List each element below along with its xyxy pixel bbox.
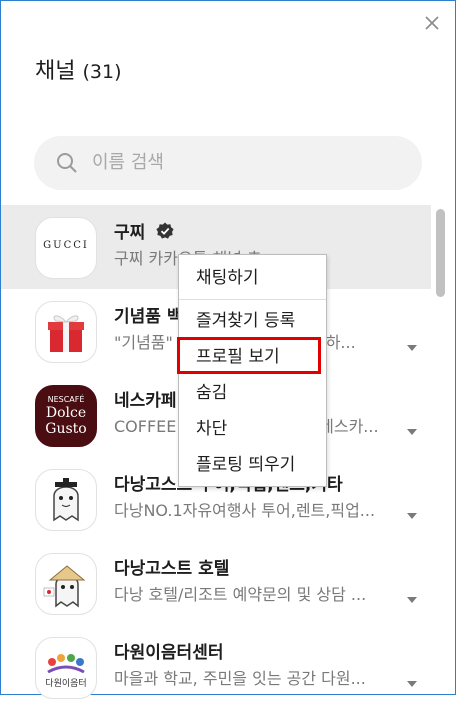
- menu-item-label: 채팅하기: [196, 268, 259, 288]
- menu-item-label: 즐겨찾기 등록: [196, 311, 296, 331]
- avatar: 다원이음터: [35, 637, 97, 699]
- scrollbar-thumb[interactable]: [436, 209, 445, 297]
- avatar: GUCCI: [35, 217, 97, 279]
- channel-name: 다낭고스트 호텔: [114, 559, 230, 579]
- close-icon[interactable]: [421, 12, 443, 34]
- nescafe-logo-mid: Dolce: [45, 405, 87, 421]
- title-text: 채널: [35, 59, 76, 84]
- search-input[interactable]: 이름 검색: [92, 150, 164, 176]
- gift-icon: [48, 315, 84, 352]
- page-title: 채널 (31): [35, 57, 122, 87]
- menu-item-label: 차단: [196, 419, 228, 439]
- chevron-down-icon: [407, 597, 417, 603]
- ghost-hat-mascot-icon: [43, 565, 86, 608]
- avatar: [35, 301, 97, 363]
- menu-item-floating[interactable]: 플로팅 띄우기: [179, 448, 326, 482]
- menu-item-hide[interactable]: 숨김: [179, 376, 326, 410]
- avatar: NESCAFÉ Dolce Gusto: [35, 385, 97, 447]
- menu-item-chat[interactable]: 채팅하기: [179, 261, 326, 295]
- channel-name: 구찌: [114, 221, 174, 245]
- list-item[interactable]: 다원이음터 다원이음터센터 마을과 학교, 주민을 잇는 공간 다원...: [1, 625, 431, 709]
- ghost-mascot-icon: [53, 478, 79, 522]
- people-logo-icon: [47, 654, 85, 674]
- gucci-logo: GUCCI: [43, 240, 89, 251]
- chevron-down-icon: [407, 513, 417, 519]
- highlight-box: [177, 337, 321, 374]
- channel-name: 기념품 백: [114, 307, 183, 327]
- avatar: [35, 469, 97, 531]
- avatar: [35, 553, 97, 615]
- nescafe-logo-top: NESCAFÉ: [47, 395, 85, 404]
- search-box[interactable]: 이름 검색: [34, 136, 422, 190]
- channel-name-text: 구찌: [114, 223, 146, 243]
- chevron-down-icon: [407, 429, 417, 435]
- channel-desc: 마을과 학교, 주민을 잇는 공간 다원...: [114, 669, 366, 688]
- nescafe-logo-bot: Gusto: [45, 421, 87, 437]
- chevron-down-icon: [407, 681, 417, 687]
- chevron-down-icon: [407, 345, 417, 351]
- menu-divider: [179, 299, 326, 300]
- menu-item-add-favorite[interactable]: 즐겨찾기 등록: [179, 304, 326, 338]
- channel-name: 네스카페: [114, 391, 177, 411]
- search-icon: [57, 153, 77, 173]
- channel-desc: 다낭NO.1자유여행사 투어,렌트,픽업...: [114, 501, 376, 520]
- verified-badge-icon: [156, 222, 174, 239]
- channel-count: (31): [82, 61, 122, 83]
- channel-desc: 다낭 호텔/리조트 예약문의 및 상담 ...: [114, 585, 367, 604]
- menu-item-label: 플로팅 띄우기: [196, 455, 296, 475]
- menu-item-label: 숨김: [196, 383, 228, 403]
- dawon-logo-text: 다원이음터: [45, 679, 87, 689]
- channel-name: 다원이음터센터: [114, 643, 224, 663]
- menu-item-block[interactable]: 차단: [179, 412, 326, 446]
- list-item[interactable]: 다낭고스트 호텔 다낭 호텔/리조트 예약문의 및 상담 ...: [1, 541, 431, 625]
